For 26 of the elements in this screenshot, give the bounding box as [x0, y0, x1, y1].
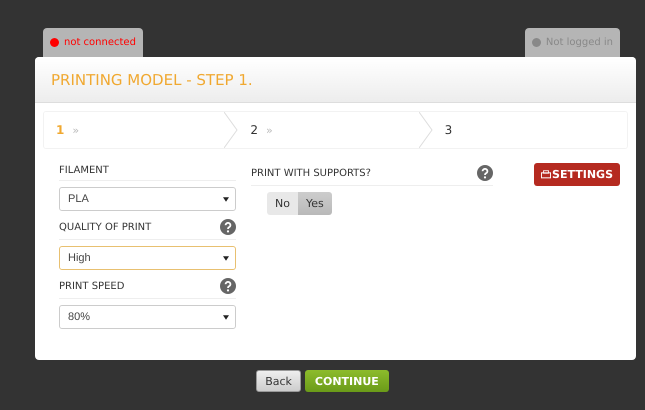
step-divider-icon [418, 112, 433, 148]
toggle-option[interactable]: Yes [298, 192, 332, 215]
step-number[interactable]: 2 [250, 123, 258, 137]
caret-icon [223, 256, 229, 260]
select-field[interactable]: PLA [59, 187, 236, 211]
field-label: FILAMENT [59, 165, 109, 176]
help-icon[interactable] [220, 278, 236, 294]
field-label: PRINT WITH SUPPORTS? [251, 168, 371, 178]
field-label: PRINT SPEED [59, 280, 124, 292]
settings-button[interactable]: SETTINGS [534, 163, 620, 186]
select-field[interactable]: High [59, 246, 236, 270]
step-marker: » [266, 124, 273, 136]
step-marker: » [72, 124, 80, 136]
printer-icon [541, 170, 552, 179]
status-label: not connected [64, 37, 136, 48]
dialog-title: PRINTING MODEL - STEP 1. [51, 70, 253, 88]
caret-icon [223, 314, 229, 320]
toggle-option[interactable]: No [267, 192, 298, 215]
field-label: QUALITY OF PRINT [59, 222, 152, 232]
select-field[interactable]: 80% [59, 305, 236, 329]
back-button[interactable]: Back [256, 370, 301, 392]
caret-icon [223, 196, 229, 202]
step-divider-icon [224, 112, 238, 148]
help-icon[interactable] [220, 219, 236, 235]
step-number[interactable]: 3 [444, 123, 452, 137]
help-icon[interactable] [477, 165, 493, 181]
